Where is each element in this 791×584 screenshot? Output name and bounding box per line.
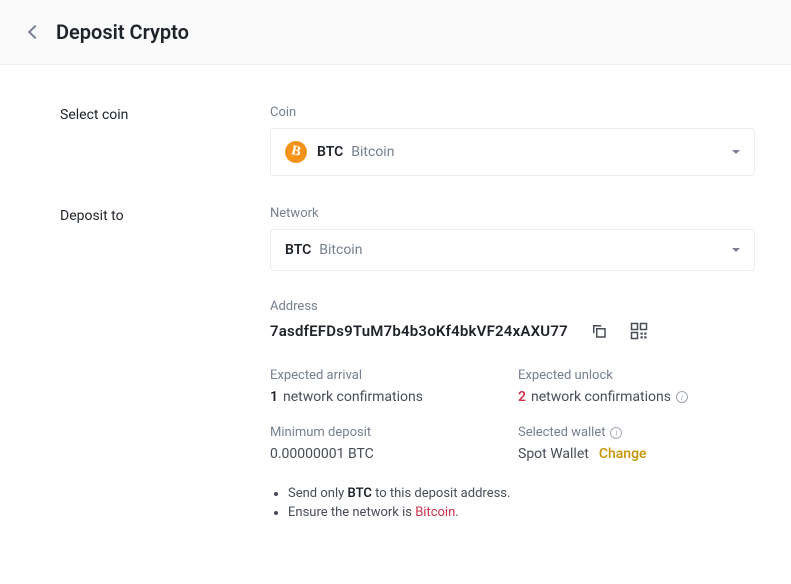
network-symbol: BTC [285,242,311,258]
bitcoin-icon: B [283,139,309,165]
info-grid: Expected arrival 1 network confirmations… [270,368,755,462]
coin-name: Bitcoin [351,144,394,160]
copy-icon[interactable] [590,322,608,340]
address-label: Address [270,299,755,314]
page-header: Deposit Crypto [0,0,791,65]
min-deposit-value: 0.00000001 BTC [270,446,518,462]
note-send-only: Send only BTC to this deposit address. [288,486,755,501]
address-block: Address 7asdfEFDs9TuM7b4b3oKf4bkVF24xAXU… [270,299,755,340]
qr-code-icon[interactable] [630,322,648,340]
selected-wallet-value: Spot Wallet [518,446,589,462]
caret-down-icon [732,248,740,252]
note-ensure-network: Ensure the network is Bitcoin. [288,505,755,520]
section-label-deposit-to: Deposit to [60,206,270,524]
expected-arrival-num: 1 [270,389,278,405]
min-deposit-cell: Minimum deposit 0.00000001 BTC [270,425,518,462]
expected-arrival-cell: Expected arrival 1 network confirmations [270,368,518,405]
caret-down-icon [732,150,740,154]
network-select[interactable]: BTC Bitcoin [270,229,755,271]
expected-unlock-suffix: network confirmations [531,389,671,405]
section-label-select-coin: Select coin [60,105,270,176]
back-chevron-icon[interactable] [28,25,42,39]
page-title: Deposit Crypto [56,20,189,44]
deposit-address: 7asdfEFDs9TuM7b4b3oKf4bkVF24xAXU77 [270,322,568,340]
coin-field-label: Coin [270,105,755,120]
expected-arrival-suffix: network confirmations [283,389,423,405]
info-icon[interactable]: i [676,391,688,403]
deposit-notes: Send only BTC to this deposit address. E… [270,486,755,520]
info-icon[interactable]: i [610,427,622,439]
expected-arrival-label: Expected arrival [270,368,518,383]
expected-unlock-cell: Expected unlock 2 network confirmations … [518,368,755,405]
expected-unlock-label: Expected unlock [518,368,755,383]
content-area: Select coin Coin B BTC Bitcoin Deposit t… [0,65,791,584]
section-select-coin: Select coin Coin B BTC Bitcoin [60,105,731,176]
section-deposit-to: Deposit to Network BTC Bitcoin Address 7… [60,206,731,524]
coin-symbol: BTC [317,144,343,160]
network-field-label: Network [270,206,755,221]
coin-select[interactable]: B BTC Bitcoin [270,128,755,176]
min-deposit-label: Minimum deposit [270,425,518,440]
network-name: Bitcoin [319,242,362,258]
change-wallet-link[interactable]: Change [599,446,647,462]
selected-wallet-label: Selected wallet [518,425,605,440]
selected-wallet-cell: Selected wallet i Spot Wallet Change [518,425,755,462]
expected-unlock-num: 2 [518,389,526,405]
